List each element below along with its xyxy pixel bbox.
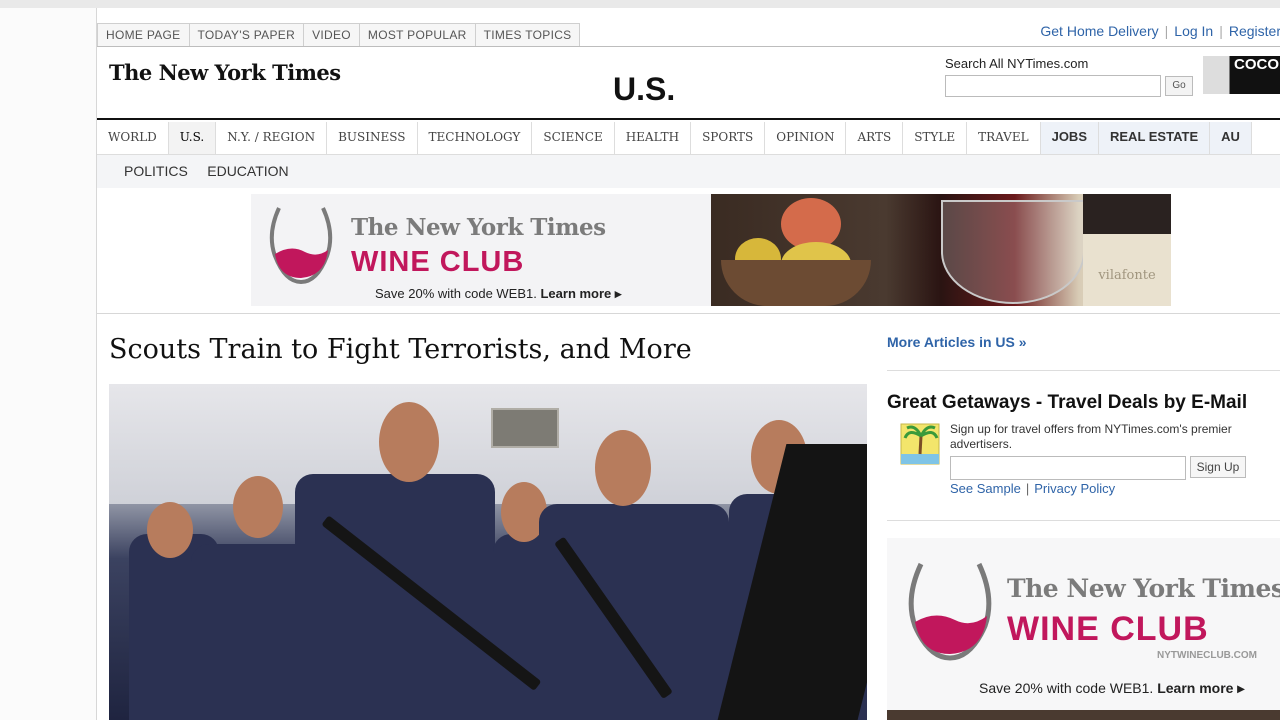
get-home-delivery-link[interactable]: Get Home Delivery	[1040, 23, 1158, 39]
utility-tabs: HOME PAGE TODAY'S PAPER VIDEO MOST POPUL…	[97, 23, 581, 47]
nav-technology[interactable]: TECHNOLOGY	[418, 122, 533, 154]
separator: |	[1164, 23, 1169, 39]
banner-brand: The New York Times	[351, 214, 606, 241]
sidebar-ad-photo-strip	[887, 710, 1280, 720]
left-gutter	[0, 8, 96, 720]
search-go-button[interactable]: Go	[1165, 76, 1193, 96]
wine-glass-icon	[908, 562, 992, 661]
photo-figure-head	[595, 430, 651, 506]
account-links: Get Home Delivery | Log In | Register	[1040, 23, 1280, 39]
subnav: POLITICS EDUCATION	[97, 155, 1280, 188]
subnav-education[interactable]: EDUCATION	[207, 155, 288, 188]
banner-product: WINE CLUB	[351, 246, 525, 278]
sidebar-ad-promo: Save 20% with code WEB1. Learn more ▸	[979, 680, 1244, 697]
nav-arts[interactable]: ARTS	[846, 122, 904, 154]
sidebar-ad-brand: The New York Times	[1007, 574, 1280, 603]
nav-ny-region[interactable]: N.Y. / REGION	[216, 122, 328, 154]
ad-thumbnail[interactable]: COCO	[1203, 56, 1280, 94]
search-input[interactable]	[945, 75, 1161, 97]
tab-most-popular[interactable]: MOST POPULAR	[359, 24, 476, 47]
nyt-logo[interactable]: The New York Times	[109, 60, 341, 85]
subnav-politics[interactable]: POLITICS	[124, 155, 188, 188]
divider	[97, 46, 1280, 47]
wine-glass-icon	[269, 207, 333, 285]
wine-glass-shape	[941, 200, 1085, 304]
nav-travel[interactable]: TRAVEL	[967, 122, 1041, 154]
nav-autos[interactable]: AU	[1210, 122, 1252, 154]
search-label: Search All NYTimes.com	[945, 56, 1089, 71]
getaways-description: Sign up for travel offers from NYTimes.c…	[950, 422, 1232, 451]
more-articles-link[interactable]: More Articles in US »	[887, 334, 1027, 350]
article-headline[interactable]: Scouts Train to Fight Terrorists, and Mo…	[109, 334, 692, 365]
divider	[887, 520, 1280, 521]
sidebar-ad-promo-text: Save 20% with code WEB1.	[979, 680, 1154, 696]
nav-health[interactable]: HEALTH	[615, 122, 692, 154]
photo-figure	[539, 504, 729, 720]
banner-promo: Save 20% with code WEB1. Learn more ▸	[375, 286, 621, 302]
sidebar-ad-learn-more-link[interactable]: Learn more ▸	[1157, 680, 1244, 696]
log-in-link[interactable]: Log In	[1174, 23, 1213, 39]
email-field[interactable]	[950, 456, 1186, 480]
banner-learn-more-link[interactable]: Learn more ▸	[540, 286, 621, 301]
tab-times-topics[interactable]: TIMES TOPICS	[475, 24, 580, 47]
banner-photo: vilafonte	[711, 194, 1171, 306]
nav-world[interactable]: WORLD	[97, 122, 169, 154]
wine-club-banner-ad[interactable]: The New York Times WINE CLUB Save 20% wi…	[251, 194, 1171, 306]
sign-up-button[interactable]: Sign Up	[1190, 456, 1246, 478]
getaways-title: Great Getaways - Travel Deals by E-Mail	[887, 392, 1248, 413]
divider	[887, 370, 1280, 371]
nav-business[interactable]: BUSINESS	[327, 122, 418, 154]
nav-us[interactable]: U.S.	[168, 122, 217, 154]
photo-figure-head	[233, 476, 283, 538]
separator: |	[1219, 23, 1223, 39]
sidebar-ad-product: WINE CLUB	[1007, 610, 1209, 648]
sidebar-ad-url: NYTWINECLUB.COM	[1157, 650, 1257, 661]
privacy-policy-link[interactable]: Privacy Policy	[1034, 481, 1115, 496]
fruit-bowl	[721, 260, 871, 306]
nav-jobs[interactable]: JOBS	[1040, 122, 1099, 154]
photo-figure-head	[147, 502, 193, 558]
page-title: U.S.	[613, 71, 676, 107]
nav-sports[interactable]: SPORTS	[691, 122, 766, 154]
register-link[interactable]: Register	[1229, 23, 1280, 39]
photo-figure	[295, 474, 495, 720]
wine-club-sidebar-ad[interactable]: The New York Times WINE CLUB NYTWINECLUB…	[887, 538, 1280, 720]
divider	[97, 313, 1280, 314]
nav-real-estate[interactable]: REAL ESTATE	[1099, 122, 1211, 154]
page: HOME PAGE TODAY'S PAPER VIDEO MOST POPUL…	[96, 8, 1280, 720]
nav-style[interactable]: STYLE	[903, 122, 968, 154]
getaways-links: See Sample | Privacy Policy	[950, 481, 1115, 496]
palm-tree-icon	[900, 423, 940, 465]
section-nav: WORLD U.S. N.Y. / REGION BUSINESS TECHNO…	[97, 122, 1280, 155]
bottle-label: vilafonte	[1083, 234, 1171, 306]
banner-promo-text: Save 20% with code WEB1.	[375, 286, 537, 301]
masthead-rule	[97, 118, 1280, 120]
tab-todays-paper[interactable]: TODAY'S PAPER	[189, 24, 305, 47]
window-top-strip	[0, 0, 1280, 8]
tab-home-page[interactable]: HOME PAGE	[98, 24, 190, 47]
separator: |	[1025, 481, 1030, 496]
tab-video[interactable]: VIDEO	[304, 24, 360, 47]
photo-vent	[491, 408, 559, 448]
photo-figure-head	[379, 402, 439, 482]
see-sample-link[interactable]: See Sample	[950, 481, 1021, 496]
nav-opinion[interactable]: OPINION	[765, 122, 847, 154]
nav-science[interactable]: SCIENCE	[532, 122, 615, 154]
article-photo[interactable]	[109, 384, 867, 720]
